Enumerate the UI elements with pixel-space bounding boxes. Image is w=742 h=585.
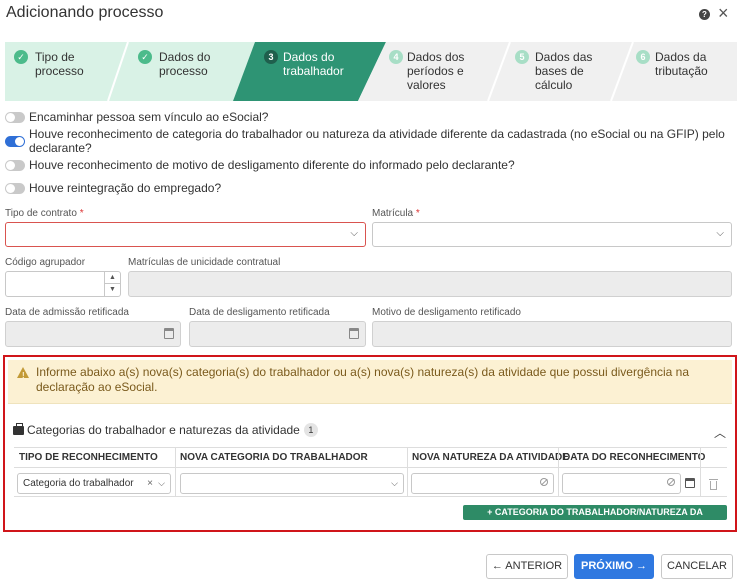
warning-icon: [17, 367, 29, 383]
column-header: NOVA NATUREZA DA ATIVIDADE: [407, 447, 569, 468]
number-stepper[interactable]: ▲ ▼: [104, 272, 120, 296]
toggle-label: Houve reintegração do empregado?: [29, 181, 222, 195]
tipo-contrato-select[interactable]: ⌵: [5, 222, 366, 247]
dialog-header: Adicionando processo ? ×: [0, 0, 742, 32]
decrement-icon[interactable]: ▼: [105, 284, 120, 296]
disabled-icon: [667, 478, 675, 486]
column-header-actions: [700, 447, 727, 468]
chevron-up-icon[interactable]: ︿: [714, 424, 726, 441]
toggle-switch[interactable]: [5, 135, 25, 147]
step-label: Dados dos períodos e valores: [407, 50, 465, 92]
column-header: DATA DO RECONHECIMENTO: [558, 447, 705, 468]
step-label: Dados do trabalhador: [283, 50, 344, 78]
calendar-icon: [164, 328, 174, 339]
step-number: 3: [264, 50, 278, 64]
check-icon: ✓: [14, 50, 28, 64]
briefcase-icon: [13, 422, 24, 435]
toggle-reconhecimento-desligamento[interactable]: Houve reconhecimento de motivo de deslig…: [5, 157, 515, 173]
data-desligamento-field: [189, 321, 366, 347]
next-button[interactable]: PRÓXIMO →: [574, 554, 654, 579]
close-icon[interactable]: ×: [718, 4, 729, 22]
column-divider: [558, 447, 559, 497]
toggle-switch[interactable]: [5, 159, 25, 171]
previous-button[interactable]: ← ANTERIOR: [486, 554, 568, 579]
warning-text: Informe abaixo a(s) nova(s) categoria(s)…: [36, 365, 690, 394]
chevron-down-icon: ⌵: [716, 228, 724, 239]
step-label: Dados das bases de cálculo: [535, 50, 593, 92]
step-number: 5: [515, 50, 529, 64]
help-icon[interactable]: ?: [699, 9, 710, 20]
step-label: Dados do processo: [159, 50, 211, 78]
chevron-down-icon: ⌵: [391, 478, 398, 488]
warning-alert: Informe abaixo a(s) nova(s) categoria(s)…: [8, 360, 732, 404]
nova-categoria-select[interactable]: ⌵: [180, 473, 404, 494]
categorias-panel: Informe abaixo a(s) nova(s) categoria(s)…: [3, 355, 737, 532]
step-dados-processo[interactable]: ✓ Dados do processo: [129, 42, 255, 101]
toggle-label: Encaminhar pessoa sem vínculo ao eSocial…: [29, 110, 269, 124]
data-admissao-label: Data de admissão retificada: [5, 307, 129, 318]
increment-icon[interactable]: ▲: [105, 272, 120, 284]
cancel-button[interactable]: CANCELAR: [661, 554, 733, 579]
data-admissao-field: [5, 321, 181, 347]
table-row: Categoria do trabalhador × ⌵ ⌵: [14, 469, 727, 497]
add-categoria-button[interactable]: + CATEGORIA DO TRABALHADOR/NATUREZA DA A…: [463, 505, 727, 532]
chevron-down-icon: ⌵: [350, 228, 358, 239]
matriculas-unicidade-field: [128, 271, 732, 297]
step-dados-trabalhador[interactable]: 3 Dados do trabalhador: [255, 42, 386, 101]
toggle-switch[interactable]: [5, 111, 25, 123]
column-divider: [175, 447, 176, 497]
matriculas-unicidade-label: Matrículas de unicidade contratual: [128, 257, 281, 268]
data-desligamento-label: Data de desligamento retificada: [189, 307, 330, 318]
clear-icon[interactable]: ×: [147, 474, 153, 493]
step-dados-tributacao[interactable]: 6 Dados da tributação: [633, 42, 737, 101]
nova-natureza-input[interactable]: [411, 473, 554, 494]
trash-icon[interactable]: [709, 479, 718, 490]
step-label: Dados da tributação: [655, 50, 708, 78]
section-title-text: Categorias do trabalhador e naturezas da…: [27, 423, 300, 437]
wizard-stepper: ✓ Tipo de processo ✓ Dados do processo 3…: [5, 42, 737, 101]
tipo-reconhecimento-value: Categoria do trabalhador: [23, 478, 134, 489]
column-header: NOVA CATEGORIA DO TRABALHADOR: [175, 447, 407, 468]
chevron-down-icon: ⌵: [158, 478, 165, 488]
step-tipo-processo[interactable]: ✓ Tipo de processo: [5, 42, 128, 101]
tipo-contrato-label: Tipo de contrato *: [5, 208, 84, 219]
calendar-icon[interactable]: [685, 478, 695, 488]
column-header: TIPO DE RECONHECIMENTO: [14, 447, 175, 468]
step-number: 4: [389, 50, 403, 64]
step-dados-periodos[interactable]: 4 Dados dos períodos e valores: [386, 42, 510, 101]
matricula-select[interactable]: ⌵: [372, 222, 732, 247]
section-title: Categorias do trabalhador e naturezas da…: [13, 422, 318, 437]
toggle-encaminhar-pessoa[interactable]: Encaminhar pessoa sem vínculo ao eSocial…: [5, 109, 268, 125]
toggle-switch[interactable]: [5, 182, 25, 194]
disabled-icon: [540, 478, 548, 486]
step-dados-bases[interactable]: 5 Dados das bases de cálculo: [510, 42, 633, 101]
step-number: 6: [636, 50, 650, 64]
toggle-label: Houve reconhecimento de motivo de deslig…: [29, 158, 515, 172]
toggle-reintegracao[interactable]: Houve reintegração do empregado?: [5, 180, 221, 196]
data-reconhecimento-input[interactable]: [562, 473, 681, 494]
codigo-agrupador-label: Código agrupador: [5, 257, 86, 268]
calendar-icon: [349, 328, 359, 339]
toggle-label: Houve reconhecimento de categoria do tra…: [29, 127, 725, 155]
dialog-title: Adicionando processo: [6, 4, 164, 21]
tipo-reconhecimento-select[interactable]: Categoria do trabalhador × ⌵: [17, 473, 171, 494]
column-divider: [700, 447, 701, 497]
matricula-label: Matrícula *: [372, 208, 420, 219]
check-icon: ✓: [138, 50, 152, 64]
motivo-desligamento-field: [372, 321, 732, 347]
column-divider: [407, 447, 408, 497]
toggle-reconhecimento-categoria[interactable]: Houve reconhecimento de categoria do tra…: [5, 127, 742, 155]
count-badge: 1: [303, 423, 318, 437]
step-label: Tipo de processo: [35, 50, 84, 78]
codigo-agrupador-input[interactable]: ▲ ▼: [5, 271, 121, 297]
motivo-desligamento-label: Motivo de desligamento retificado: [372, 307, 521, 318]
